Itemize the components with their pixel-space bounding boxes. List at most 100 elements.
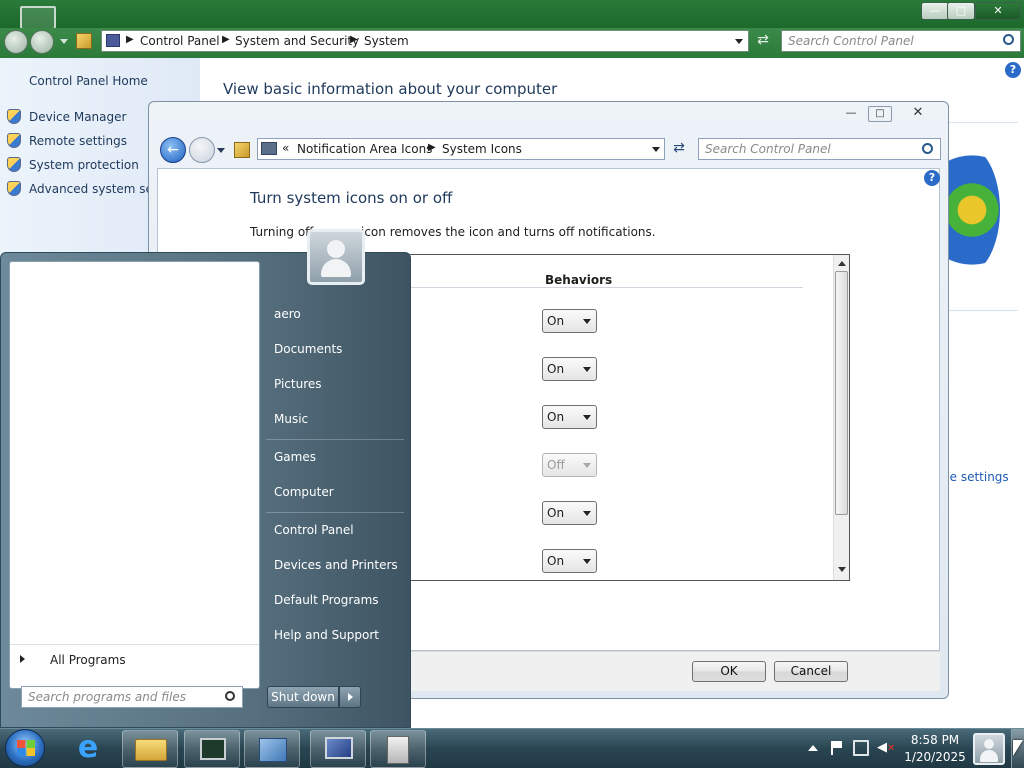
behavior-dropdown[interactable]: On (542, 549, 597, 573)
breadcrumb-notification-area-icons[interactable]: Notification Area Icons (297, 142, 432, 156)
chevron-down-icon[interactable] (652, 147, 660, 152)
address-bar[interactable]: ▶ Control Panel ▶ System and Security ▶ … (101, 30, 749, 52)
minimize-button[interactable]: — (921, 2, 949, 20)
taskbar-window-button[interactable] (370, 730, 426, 768)
start-item-games[interactable]: Games (274, 450, 316, 464)
start-item-pictures[interactable]: Pictures (274, 377, 322, 391)
help-icon[interactable]: ? (924, 170, 940, 186)
maximize-button[interactable]: □ (947, 2, 975, 20)
action-center-flag-icon[interactable] (831, 741, 843, 755)
taskbar-explorer-button[interactable] (122, 730, 178, 768)
vertical-scrollbar[interactable] (833, 255, 849, 580)
device-manager-link[interactable]: Device Manager (29, 110, 126, 124)
taskbar-task-manager-button[interactable] (184, 730, 240, 768)
taskbar-system-button[interactable] (310, 730, 366, 768)
show-hidden-icons-arrow-icon[interactable] (808, 745, 818, 751)
start-item-music[interactable]: Music (274, 412, 308, 426)
help-icon[interactable]: ? (1005, 62, 1021, 78)
close-button[interactable]: ✕ (975, 2, 1021, 20)
user-tray-avatar[interactable] (973, 733, 1005, 765)
behaviors-column-header: Behaviors (545, 273, 613, 287)
network-icon[interactable] (853, 740, 869, 756)
recent-pages-arrow-icon[interactable] (217, 148, 225, 153)
start-item-user[interactable]: aero (274, 307, 301, 321)
shield-icon (7, 157, 21, 172)
breadcrumb-sep-icon: ▶ (428, 142, 436, 153)
start-item-computer[interactable]: Computer (274, 485, 334, 499)
scroll-up-arrow-icon[interactable] (838, 261, 846, 266)
shield-icon (7, 181, 21, 196)
scroll-down-arrow-icon[interactable] (838, 567, 846, 572)
up-folder-icon[interactable] (234, 142, 250, 158)
start-menu: All Programs Search programs and files a… (0, 229, 411, 728)
start-button[interactable] (5, 729, 45, 767)
control-panel-home-link[interactable]: Control Panel Home (29, 74, 148, 88)
start-item-control-panel[interactable]: Control Panel (274, 523, 354, 537)
search-icon[interactable] (225, 691, 235, 701)
behavior-dropdown: Off (542, 453, 597, 477)
maximize-button[interactable]: □ (868, 106, 892, 122)
minimize-button[interactable]: — (840, 106, 862, 122)
computer-icon (106, 34, 120, 47)
ok-button[interactable]: OK (692, 661, 766, 682)
back-button[interactable] (4, 30, 28, 54)
close-button[interactable]: ✕ (898, 106, 938, 122)
recent-pages-arrow-icon[interactable] (60, 39, 68, 44)
taskbar-control-panel-button[interactable] (244, 730, 300, 768)
windows-flag-icon-lower (17, 748, 35, 756)
behavior-dropdown[interactable]: On (542, 405, 597, 429)
page-title: Turn system icons on or off (250, 189, 453, 207)
computer-icon (325, 737, 353, 759)
chevron-down-icon[interactable] (735, 39, 743, 44)
divider (266, 512, 404, 513)
address-bar[interactable]: « Notification Area Icons ▶ System Icons (257, 138, 665, 160)
shield-icon (7, 133, 21, 148)
chevron-down-icon (583, 367, 591, 372)
start-item-default-programs[interactable]: Default Programs (274, 593, 379, 607)
refresh-icon[interactable]: ⇄ (669, 140, 689, 160)
flag-cloth (833, 741, 842, 748)
chevron-down-icon (583, 319, 591, 324)
search-input[interactable]: Search Control Panel (781, 30, 1021, 52)
behavior-dropdown[interactable]: On (542, 501, 597, 525)
clock-time[interactable]: 8:58 PM (902, 733, 968, 747)
volume-muted-icon[interactable]: ◀✕ (877, 739, 895, 757)
refresh-icon[interactable]: ⇄ (753, 32, 773, 52)
search-icon[interactable] (922, 143, 933, 154)
behavior-dropdown[interactable]: On (542, 357, 597, 381)
all-programs-arrow-icon (20, 655, 25, 663)
search-input[interactable]: Search Control Panel (698, 138, 941, 160)
start-item-documents[interactable]: Documents (274, 342, 342, 356)
shutdown-label: Shut down (271, 690, 335, 704)
breadcrumb-control-panel[interactable]: Control Panel (140, 34, 220, 48)
user-silhouette-body (980, 750, 998, 762)
breadcrumb-overflow[interactable]: « (282, 141, 289, 155)
cancel-button[interactable]: Cancel (774, 661, 848, 682)
behavior-value: Off (547, 458, 565, 472)
change-settings-link[interactable]: ge settings (942, 470, 1009, 484)
scroll-thumb[interactable] (835, 271, 848, 515)
all-programs-link[interactable]: All Programs (50, 653, 126, 667)
start-search-input[interactable]: Search programs and files (21, 686, 243, 708)
breadcrumb-system[interactable]: System (364, 34, 409, 48)
breadcrumb-system-icons[interactable]: System Icons (442, 142, 522, 156)
shutdown-options-button[interactable] (339, 686, 361, 708)
back-button[interactable]: ← (160, 137, 186, 163)
up-folder-icon[interactable] (76, 33, 92, 49)
shutdown-button[interactable]: Shut down (267, 686, 339, 708)
internet-explorer-icon[interactable]: e (72, 733, 104, 765)
avatar[interactable] (307, 229, 365, 285)
forward-button[interactable] (30, 30, 54, 54)
clock-date[interactable]: 1/20/2025 (902, 750, 968, 764)
start-item-help-and-support[interactable]: Help and Support (274, 628, 379, 642)
forward-button[interactable] (189, 137, 215, 163)
window-icon (387, 736, 409, 764)
breadcrumb-system-and-security[interactable]: System and Security (235, 34, 359, 48)
start-item-devices-and-printers[interactable]: Devices and Printers (274, 558, 398, 572)
remote-settings-link[interactable]: Remote settings (29, 134, 127, 148)
search-icon[interactable] (1003, 34, 1014, 45)
behavior-dropdown[interactable]: On (542, 309, 597, 333)
system-protection-link[interactable]: System protection (29, 158, 139, 172)
chevron-down-icon (583, 559, 591, 564)
breadcrumb-sep-icon: ▶ (222, 34, 230, 45)
